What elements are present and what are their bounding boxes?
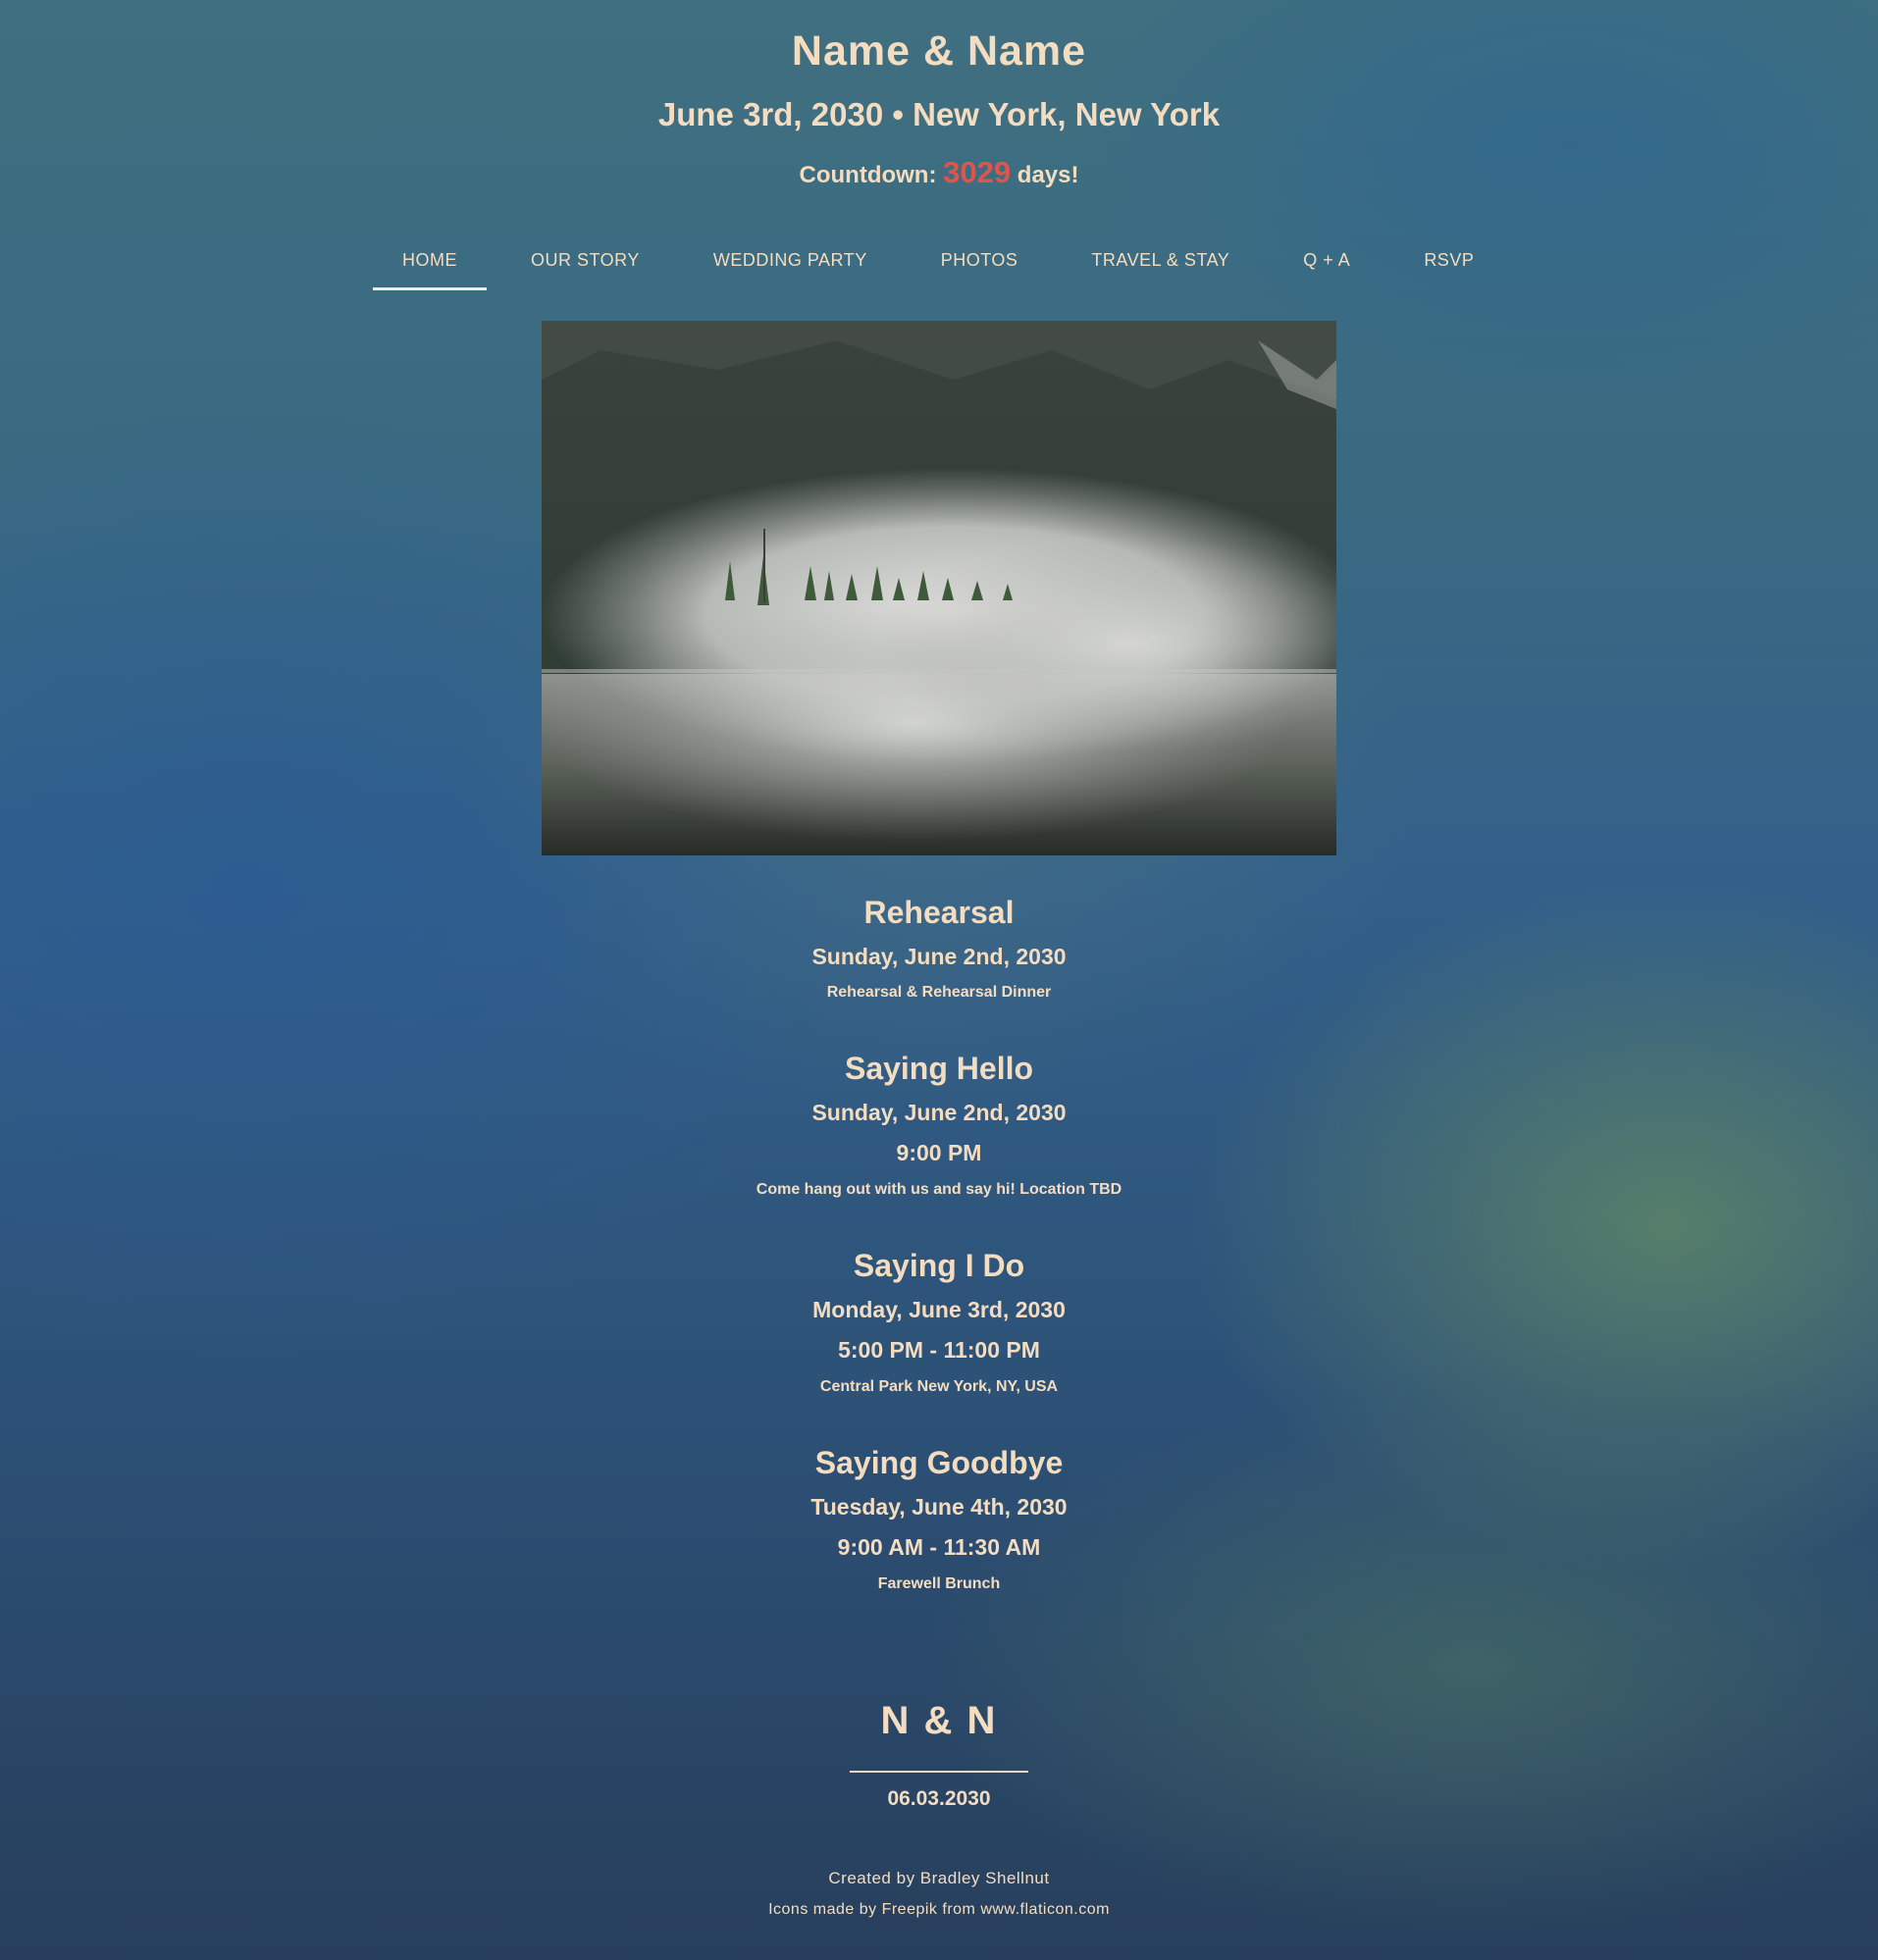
- event-time: 9:00 PM: [896, 1140, 982, 1165]
- event-rehearsal: Rehearsal Sunday, June 2nd, 2030 Rehears…: [0, 888, 1878, 1009]
- footer-monogram: N & N: [880, 1699, 998, 1742]
- icons-credit: Icons made by Freepik from www.flaticon.…: [768, 1901, 1110, 1918]
- event-title: Rehearsal: [863, 895, 1015, 930]
- nav-travel-stay[interactable]: TRAVEL & STAY: [1062, 235, 1259, 290]
- hero-photo: [542, 321, 1336, 855]
- creator-credit: Created by Bradley Shellnut: [828, 1869, 1050, 1887]
- event-title: Saying Goodbye: [814, 1445, 1064, 1480]
- event-date: Monday, June 3rd, 2030: [812, 1297, 1066, 1322]
- countdown-suffix: days!: [1017, 162, 1079, 188]
- event-date: Tuesday, June 4th, 2030: [810, 1494, 1068, 1520]
- misty-lake-image: [542, 321, 1336, 855]
- event-description: Central Park New York, NY, USA: [819, 1378, 1059, 1395]
- main-nav: HOME OUR STORY WEDDING PARTY PHOTOS TRAV…: [373, 235, 1518, 291]
- nav-our-story[interactable]: OUR STORY: [501, 235, 669, 290]
- event-saying-hello: Saying Hello Sunday, June 2nd, 2030 9:00…: [0, 1044, 1878, 1207]
- event-date: Sunday, June 2nd, 2030: [811, 1100, 1067, 1125]
- event-title: Saying Hello: [844, 1051, 1034, 1086]
- event-date: Sunday, June 2nd, 2030: [811, 944, 1067, 969]
- event-title: Saying I Do: [853, 1248, 1025, 1283]
- countdown: Countdown: 3029 days!: [0, 155, 1878, 190]
- nav-wedding-party[interactable]: WEDDING PARTY: [684, 235, 897, 290]
- couple-names: Name & Name: [791, 27, 1087, 75]
- event-saying-goodbye: Saying Goodbye Tuesday, June 4th, 2030 9…: [0, 1438, 1878, 1601]
- footer-date: 06.03.2030: [887, 1787, 991, 1810]
- event-time: 5:00 PM - 11:00 PM: [838, 1337, 1040, 1363]
- nav-rsvp[interactable]: RSVP: [1394, 235, 1503, 290]
- wedding-date-location: June 3rd, 2030 • New York, New York: [657, 96, 1221, 132]
- nav-home[interactable]: HOME: [373, 235, 487, 290]
- event-description: Come hang out with us and say hi! Locati…: [756, 1181, 1122, 1198]
- event-time: 9:00 AM - 11:30 AM: [837, 1534, 1041, 1560]
- footer-divider: [850, 1771, 1028, 1773]
- event-saying-i-do: Saying I Do Monday, June 3rd, 2030 5:00 …: [0, 1241, 1878, 1404]
- event-description: Rehearsal & Rehearsal Dinner: [826, 984, 1052, 1001]
- event-description: Farewell Brunch: [877, 1575, 1001, 1592]
- nav-q-and-a[interactable]: Q + A: [1274, 235, 1380, 290]
- events-list: Rehearsal Sunday, June 2nd, 2030 Rehears…: [0, 888, 1878, 1635]
- countdown-prefix: Countdown:: [799, 162, 937, 188]
- countdown-days: 3029: [943, 155, 1012, 189]
- nav-photos[interactable]: PHOTOS: [912, 235, 1048, 290]
